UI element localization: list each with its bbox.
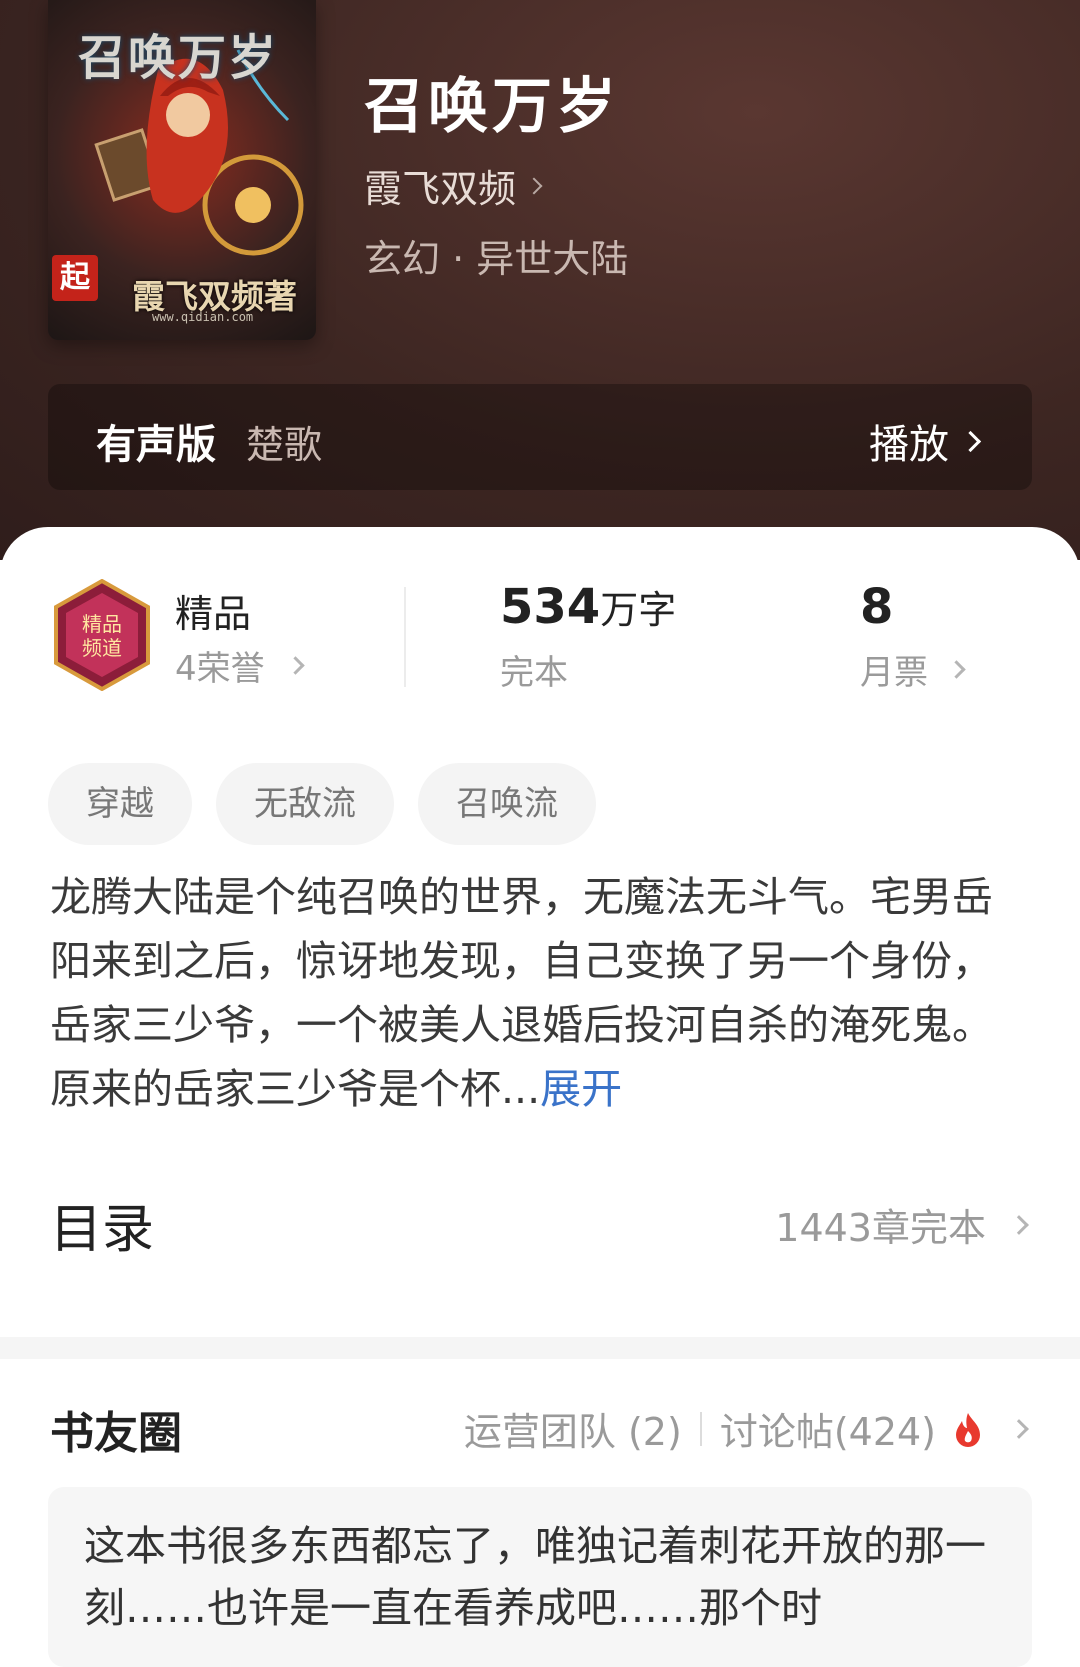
reader-circle-header: 书友圈 运营团队 (2) 讨论帖(424)	[0, 1397, 1080, 1459]
cover-site-url: www.qidian.com	[152, 310, 254, 324]
svg-text:精品: 精品	[82, 612, 122, 636]
premium-medal-icon: 精品 频道	[54, 579, 150, 691]
book-header: 召唤万岁 起 霞飞双频著 www.qidian.com 召唤万岁 霞飞双频 玄幻…	[0, 0, 1080, 560]
chevron-right-icon[interactable]	[1009, 1418, 1029, 1439]
chevron-right-icon	[947, 660, 966, 679]
description-text: 龙腾大陆是个纯召唤的世界，无魔法无斗气。宅男岳阳来到之后，惊讶地发现，自己变换了…	[50, 873, 993, 1113]
book-genre: 玄幻 · 异世大陆	[364, 237, 629, 281]
book-cover[interactable]: 召唤万岁 起 霞飞双频著 www.qidian.com	[48, 0, 316, 340]
tag-list: 穿越 无敌流 召唤流	[48, 763, 596, 845]
table-of-contents-row[interactable]: 目录 1443章完本	[0, 1187, 1080, 1287]
stats-row: 精品 频道 精品 4荣誉 534万字 完本 8 月票	[0, 579, 1080, 699]
svg-text:频道: 频道	[82, 636, 122, 660]
chapter-count: 1443章完本	[775, 1206, 986, 1250]
toc-title: 目录	[50, 1200, 155, 1260]
quality-label: 精品	[175, 592, 252, 636]
tag-chip[interactable]: 无敌流	[216, 763, 394, 845]
cover-site-logo: 起	[52, 255, 98, 301]
divider	[404, 587, 406, 687]
tag-chip[interactable]: 召唤流	[418, 763, 596, 845]
toc-info: 1443章完本	[775, 1197, 1029, 1252]
ops-team-link[interactable]: 运营团队 (2)	[464, 1401, 682, 1456]
featured-post[interactable]: 这本书很多东西都忘了，唯独记着刺花开放的那一刻……也许是一直在看养成吧……那个时	[48, 1487, 1032, 1667]
fire-icon	[956, 1412, 980, 1447]
author-link[interactable]: 霞飞双频	[364, 158, 543, 213]
word-count-value: 534	[500, 579, 601, 635]
audiobook-label: 有声版	[96, 422, 216, 468]
word-count-unit: 万字	[600, 588, 677, 632]
expand-button[interactable]: 展开	[540, 1065, 622, 1113]
chevron-right-icon	[525, 177, 543, 194]
chevron-right-icon	[1009, 1214, 1029, 1235]
reader-circle-title: 书友圈	[50, 1408, 182, 1459]
tag-chip[interactable]: 穿越	[48, 763, 192, 845]
honors-link[interactable]: 4荣誉	[175, 641, 305, 690]
discussion-link[interactable]: 讨论帖(424)	[720, 1401, 936, 1456]
post-text: 这本书很多东西都忘了，唯独记着刺花开放的那一刻……也许是一直在看养成吧……那个时	[84, 1522, 986, 1632]
section-separator	[0, 1337, 1080, 1359]
play-button[interactable]: 播放	[869, 412, 982, 470]
book-title: 召唤万岁	[364, 72, 620, 142]
audiobook-bar[interactable]: 有声版 楚歌 播放	[48, 384, 1032, 490]
divider	[699, 1411, 702, 1446]
honors-count: 4荣誉	[175, 649, 265, 689]
monthly-votes-label: 月票	[860, 653, 928, 693]
audiobook-narrator: 楚歌	[246, 423, 323, 467]
cover-title-art: 召唤万岁	[78, 30, 279, 86]
play-label: 播放	[869, 422, 949, 468]
reader-circle-links: 运营团队 (2) 讨论帖(424)	[464, 1401, 1029, 1456]
book-status: 完本	[500, 653, 568, 693]
word-count: 534万字	[500, 579, 676, 635]
book-description[interactable]: 龙腾大陆是个纯召唤的世界，无魔法无斗气。宅男岳阳来到之后，惊讶地发现，自己变换了…	[50, 865, 1010, 1121]
monthly-votes-value: 8	[860, 579, 894, 635]
chevron-right-icon	[285, 656, 305, 675]
monthly-votes-link[interactable]: 月票	[860, 645, 966, 694]
author-name: 霞飞双频	[364, 167, 517, 211]
chevron-right-icon	[959, 430, 982, 452]
book-detail-card: 精品 频道 精品 4荣誉 534万字 完本 8 月票 穿越 无敌流 召唤流 龙腾…	[0, 527, 1080, 1667]
